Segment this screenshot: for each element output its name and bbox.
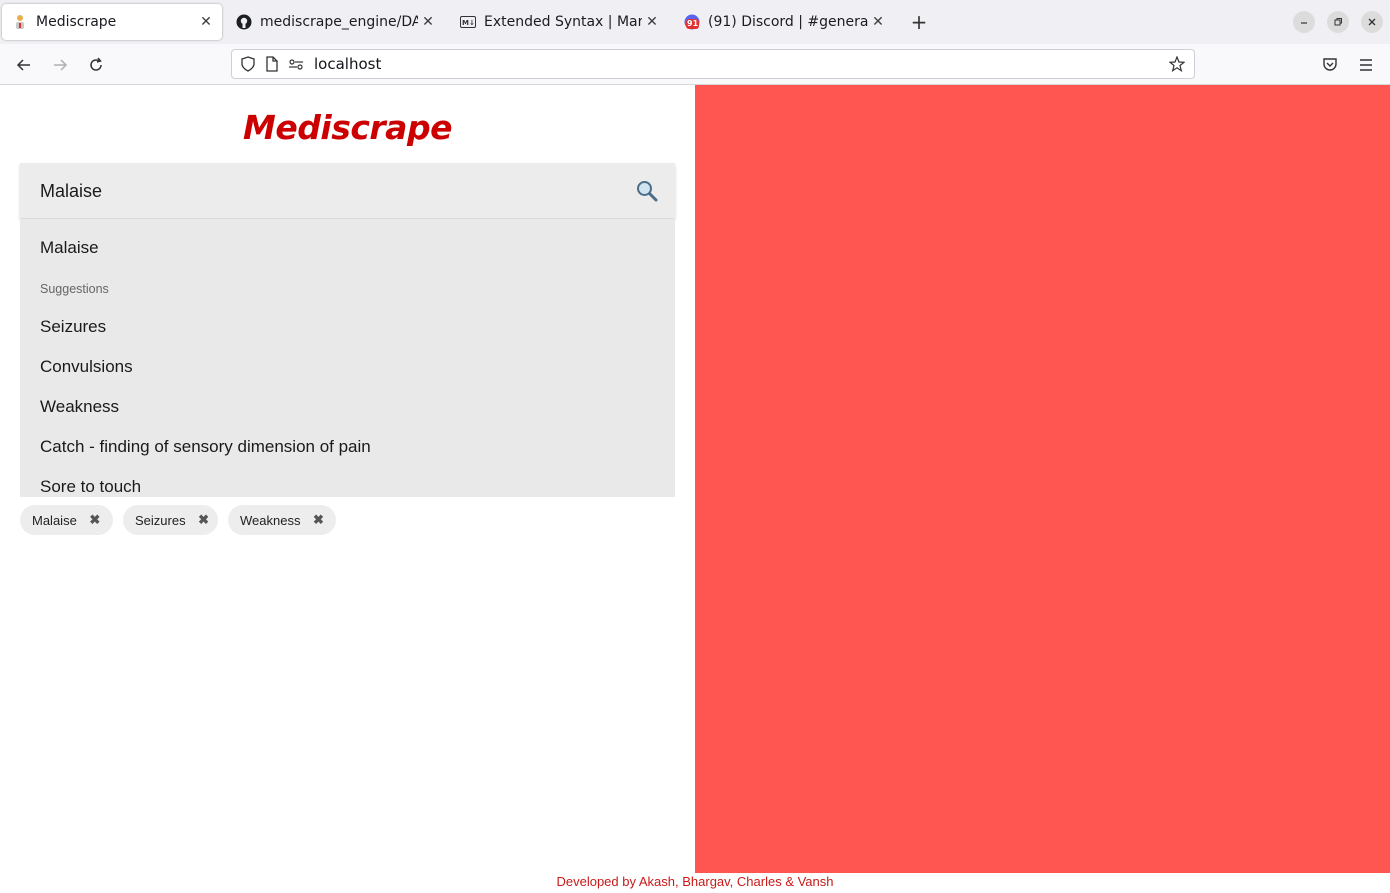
close-tab-icon[interactable]: ✕ [196, 12, 216, 32]
tab-title: (91) Discord | #general | C [708, 14, 868, 30]
restore-icon[interactable] [1327, 11, 1349, 33]
tab-title: mediscrape_engine/DATA [260, 14, 418, 30]
tab-title: Mediscrape [36, 14, 117, 30]
search-icon[interactable] [635, 179, 659, 203]
results-panel [695, 85, 1390, 873]
close-tab-icon[interactable]: ✕ [642, 12, 662, 32]
remove-chip-icon[interactable]: ✖ [89, 512, 101, 527]
suggestion-item[interactable]: Catch - finding of sensory dimension of … [40, 437, 371, 457]
footer-credits: Developed by Akash, Bhargav, Charles & V… [556, 874, 834, 889]
reload-icon[interactable] [83, 52, 109, 78]
bookmark-star-icon[interactable] [1166, 53, 1188, 75]
permissions-icon[interactable] [288, 56, 304, 72]
new-tab-button[interactable]: + [906, 9, 932, 35]
tab-discord[interactable]: 91 (91) Discord | #general | C ✕ [674, 4, 894, 40]
tab-strip: Mediscrape ✕ mediscrape_engine/DATA ✕ M↓… [0, 0, 1390, 44]
notification-badge: 91 [686, 19, 700, 29]
url-text[interactable]: localhost [314, 55, 1166, 73]
tab-mediscrape[interactable]: Mediscrape ✕ [2, 4, 222, 40]
symptom-chip: Malaise ✖ [20, 505, 113, 535]
back-arrow-icon[interactable] [11, 52, 37, 78]
chip-label: Malaise [32, 512, 77, 528]
close-window-icon[interactable] [1361, 11, 1383, 33]
remove-chip-icon[interactable]: ✖ [312, 512, 324, 527]
suggestion-item[interactable]: Sore to touch [40, 477, 141, 497]
github-icon [236, 14, 252, 30]
forward-arrow-icon[interactable] [47, 52, 73, 78]
top-match-option[interactable]: Malaise [40, 238, 99, 258]
close-tab-icon[interactable]: ✕ [418, 12, 438, 32]
search-input[interactable] [40, 177, 620, 205]
hamburger-menu-icon[interactable] [1353, 52, 1379, 78]
markdown-icon: M↓ [460, 14, 476, 30]
discord-icon: 91 [684, 14, 700, 30]
suggestion-item[interactable]: Weakness [40, 397, 119, 417]
symptom-chip: Seizures ✖ [123, 505, 218, 535]
tab-github[interactable]: mediscrape_engine/DATA ✕ [226, 4, 444, 40]
tab-title: Extended Syntax | Markd [484, 14, 642, 30]
chip-label: Seizures [135, 512, 186, 528]
svg-text:M↓: M↓ [462, 19, 475, 27]
autocomplete-dropdown: Malaise Suggestions Seizures Convulsions… [20, 219, 675, 497]
page-icon[interactable] [264, 56, 280, 72]
close-tab-icon[interactable]: ✕ [868, 12, 888, 32]
search-box [20, 163, 675, 218]
suggestion-item[interactable]: Convulsions [40, 357, 133, 377]
tab-markdown-guide[interactable]: M↓ Extended Syntax | Markd ✕ [450, 4, 668, 40]
suggestions-header: Suggestions [40, 282, 109, 296]
app-logo: Mediscrape [243, 108, 452, 147]
chip-label: Weakness [240, 512, 301, 528]
remove-chip-icon[interactable]: ✖ [198, 512, 210, 527]
app-favicon-icon [12, 14, 28, 30]
pocket-icon[interactable] [1317, 52, 1343, 78]
suggestion-item[interactable]: Seizures [40, 317, 106, 337]
symptom-chip: Weakness ✖ [228, 505, 336, 535]
shield-icon[interactable] [240, 56, 256, 72]
minimize-icon[interactable] [1293, 11, 1315, 33]
url-bar[interactable]: localhost [231, 49, 1195, 79]
navigation-toolbar: localhost [0, 44, 1390, 85]
